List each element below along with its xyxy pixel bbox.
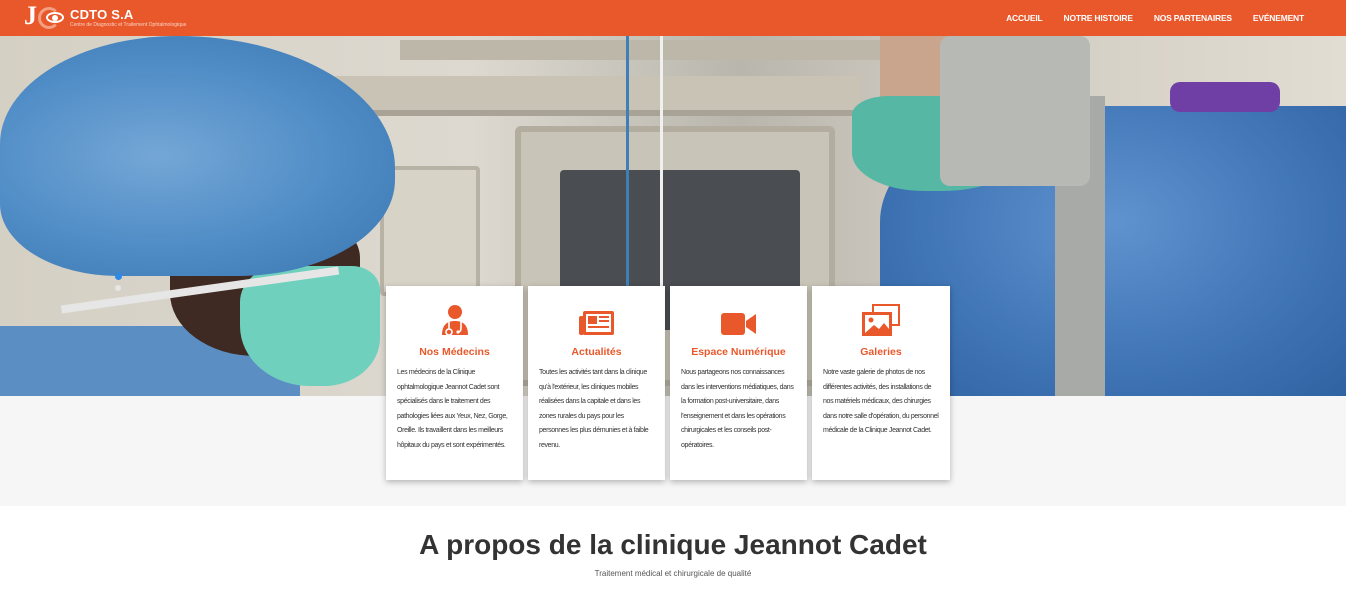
hero-surgeon-collar xyxy=(1170,82,1280,112)
brand-tagline: Centre de Diagnostic et Traitement Ophta… xyxy=(70,21,187,28)
newspaper-icon xyxy=(539,286,654,342)
card-title[interactable]: Nos Médecins xyxy=(397,346,512,358)
hero-bg-cable-blue xyxy=(626,36,629,296)
page: J CDTO S.A Centre de Diagnostic et Trait… xyxy=(0,0,1346,613)
nav-item-accueil[interactable]: ACCUEIL xyxy=(1006,13,1043,23)
card-description: Toutes les activités tant dans la cliniq… xyxy=(539,369,649,449)
top-navbar: J CDTO S.A Centre de Diagnostic et Trait… xyxy=(0,0,1346,36)
nav-item-nos-partenaires[interactable]: NOS PARTENAIRES xyxy=(1154,13,1232,23)
brand-name: CDTO S.A xyxy=(70,6,134,22)
card-galeries[interactable]: Galeries Notre vaste galerie de photos d… xyxy=(812,286,950,480)
hero-bg-monitor-small xyxy=(380,166,480,296)
nav-item-evenement[interactable]: EVÉNEMENT xyxy=(1253,13,1304,23)
doctor-icon xyxy=(397,286,512,342)
card-title[interactable]: Espace Numérique xyxy=(681,346,796,358)
card-description: Nous partageons nos connaissances dans l… xyxy=(681,369,794,449)
brand-logo[interactable]: J CDTO S.A Centre de Diagnostic et Trait… xyxy=(24,1,187,31)
slider-dot-active[interactable] xyxy=(115,273,122,280)
main-nav: ACCUEIL NOTRE HISTOIRE NOS PARTENAIRES E… xyxy=(1006,0,1304,36)
eye-pupil xyxy=(52,15,58,21)
hero-bg-shelf xyxy=(300,76,860,116)
nav-item-notre-histoire[interactable]: NOTRE HISTOIRE xyxy=(1064,13,1134,23)
hero-bg-cable-white xyxy=(660,36,663,296)
brand-text: CDTO S.A Centre de Diagnostic et Traitem… xyxy=(70,6,187,29)
card-title[interactable]: Actualités xyxy=(539,346,654,358)
feature-cards: Nos Médecins Les médecins de la Clinique… xyxy=(386,286,950,480)
card-actualites[interactable]: Actualités Toutes les activités tant dan… xyxy=(528,286,665,480)
card-title[interactable]: Galeries xyxy=(823,346,939,358)
about-heading: A propos de la clinique Jeannot Cadet xyxy=(419,529,927,560)
card-description: Notre vaste galerie de photos de nos dif… xyxy=(823,369,939,434)
about-subtitle: Traitement médical et chirurgicale de qu… xyxy=(594,569,752,578)
hero-nurse-cap xyxy=(0,36,395,276)
video-camera-icon xyxy=(681,286,796,342)
photo-gallery-icon xyxy=(823,286,939,342)
slider-dot[interactable] xyxy=(115,285,121,291)
card-espace-numerique[interactable]: Espace Numérique Nous partageons nos con… xyxy=(670,286,807,480)
hero-bg-shelf-top xyxy=(400,40,900,60)
card-nos-medecins[interactable]: Nos Médecins Les médecins de la Clinique… xyxy=(386,286,523,480)
logo-letter: J xyxy=(24,1,37,30)
hero-microscope xyxy=(940,36,1090,186)
card-description: Les médecins de la Clinique ophtalmologi… xyxy=(397,369,508,449)
logo-mark: J xyxy=(24,1,68,31)
